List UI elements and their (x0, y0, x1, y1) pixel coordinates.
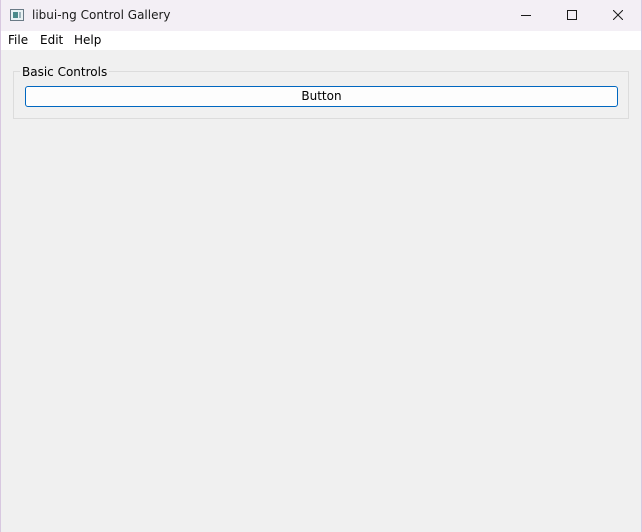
basic-button[interactable]: Button (25, 86, 618, 107)
title-bar[interactable]: libui-ng Control Gallery (1, 0, 641, 31)
app-icon (10, 9, 24, 21)
basic-controls-group-label: Basic Controls (20, 65, 110, 79)
minimize-button[interactable] (503, 0, 549, 31)
menu-help[interactable]: Help (74, 33, 101, 48)
minimize-icon (521, 15, 531, 16)
menu-file[interactable]: File (8, 33, 28, 48)
close-button[interactable] (595, 0, 641, 31)
menu-bar: File Edit Help (1, 31, 641, 50)
maximize-button[interactable] (549, 0, 595, 31)
maximize-icon (567, 10, 577, 20)
close-icon (613, 10, 623, 20)
menu-edit[interactable]: Edit (40, 33, 63, 48)
app-window: libui-ng Control Gallery File Edit Help … (0, 0, 642, 532)
window-title: libui-ng Control Gallery (32, 8, 171, 22)
